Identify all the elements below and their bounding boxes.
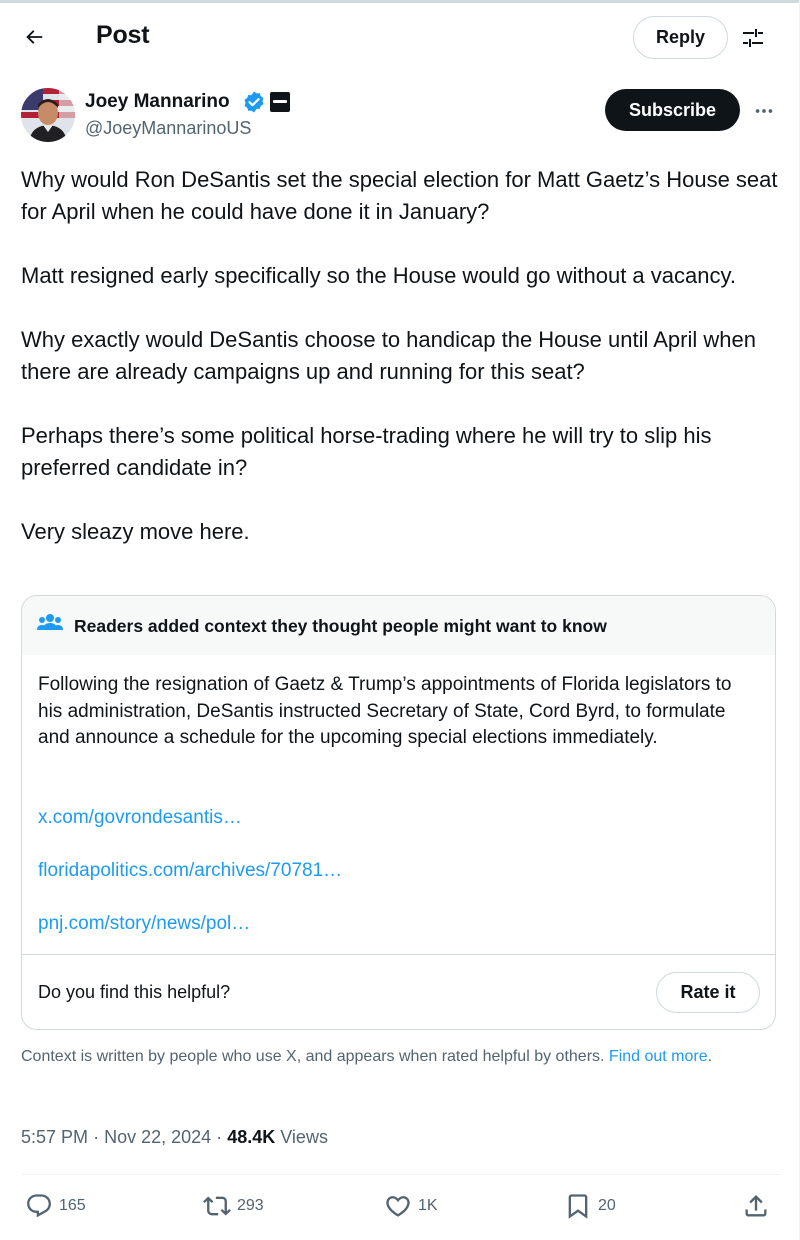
ellipsis-icon	[755, 109, 773, 113]
post-header: Post Reply	[0, 3, 800, 69]
share-action-button[interactable]	[742, 1192, 770, 1220]
divider	[22, 954, 775, 955]
affiliate-badge-icon[interactable]	[270, 92, 290, 112]
back-button[interactable]	[14, 17, 54, 57]
more-options-button[interactable]	[748, 95, 780, 127]
like-count: 1K	[418, 1197, 438, 1214]
divider	[21, 1174, 781, 1175]
author-name[interactable]: Joey Mannarino	[85, 91, 230, 113]
community-note-body: Following the resignation of Gaetz & Tru…	[38, 674, 732, 748]
tweet-paragraph: Perhaps there’s some political horse-tra…	[21, 423, 712, 480]
meta-separator: ·	[216, 1127, 223, 1147]
tweet-paragraph: Very sleazy move here.	[21, 519, 250, 544]
community-note-header: Readers added context they thought peopl…	[22, 596, 775, 655]
note-footer-text: Context is written by people who use X, …	[21, 1048, 605, 1065]
people-icon	[37, 614, 63, 630]
tweet-paragraph: Matt resigned early specifically so the …	[21, 263, 736, 288]
subscribe-button[interactable]: Subscribe	[605, 89, 740, 131]
avatar-image	[21, 88, 75, 142]
tweet-paragraph: Why would Ron DeSantis set the special e…	[21, 167, 778, 224]
views-label: Views	[280, 1127, 328, 1147]
repost-icon	[203, 1196, 231, 1216]
repost-action-button[interactable]: 293	[203, 1192, 264, 1220]
author-handle[interactable]: @JoeyMannarinoUS	[85, 118, 251, 139]
rate-it-button[interactable]: Rate it	[656, 972, 760, 1013]
page-title: Post	[96, 21, 150, 49]
community-note-title: Readers added context they thought peopl…	[74, 616, 607, 636]
note-source-link[interactable]: pnj.com/story/news/pol…	[38, 913, 250, 935]
meta-separator: ·	[93, 1127, 100, 1147]
find-out-more-link[interactable]: Find out more	[609, 1048, 708, 1065]
reply-count: 165	[59, 1197, 86, 1214]
tweet-paragraph: Why exactly would DeSantis choose to han…	[21, 327, 756, 384]
bookmark-action-button[interactable]: 20	[564, 1192, 616, 1220]
reply-button[interactable]: Reply	[633, 16, 728, 59]
note-source-link[interactable]: x.com/govrondesantis…	[38, 807, 242, 829]
reply-action-button[interactable]: 165	[25, 1192, 86, 1220]
bookmark-count: 20	[598, 1197, 616, 1214]
post-time[interactable]: 5:57 PM	[21, 1127, 88, 1147]
helpful-question: Do you find this helpful?	[38, 982, 231, 1002]
footer-period: .	[707, 1048, 713, 1065]
reply-icon	[27, 1194, 51, 1218]
arrow-left-icon	[26, 30, 43, 44]
post-date[interactable]: Nov 22, 2024	[104, 1127, 211, 1147]
author-avatar[interactable]	[21, 88, 75, 142]
like-action-button[interactable]: 1K	[384, 1192, 438, 1220]
reply-settings-button[interactable]	[734, 19, 772, 57]
post-meta: 5:57 PM · Nov 22, 2024 · 48.4K Views	[21, 1127, 328, 1148]
heart-icon	[386, 1196, 410, 1217]
community-note-footer: Context is written by people who use X, …	[21, 1045, 761, 1068]
community-note: Readers added context they thought peopl…	[21, 595, 776, 1030]
share-icon	[745, 1195, 767, 1217]
note-source-link[interactable]: floridapolitics.com/archives/70781…	[38, 860, 342, 882]
views-count[interactable]: 48.4K	[227, 1127, 275, 1147]
verified-badge-icon[interactable]	[242, 90, 266, 114]
repost-count: 293	[237, 1197, 264, 1214]
sliders-icon	[743, 29, 763, 47]
tweet-text: Why would Ron DeSantis set the special e…	[21, 164, 791, 580]
bookmark-icon	[568, 1194, 588, 1219]
